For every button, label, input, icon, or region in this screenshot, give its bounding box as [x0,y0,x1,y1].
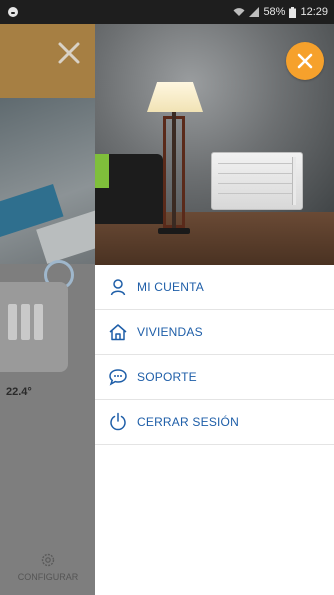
background-header [0,24,96,98]
wifi-icon [233,8,245,16]
menu-item-mi-cuenta[interactable]: MI CUENTA [95,265,334,310]
menu-item-label: CERRAR SESIÓN [137,415,239,429]
gear-icon [41,553,55,567]
status-bar: 58% 12:29 [0,0,334,24]
configure-label: CONFIGURAR [17,572,79,582]
menu-item-soporte[interactable]: SOPORTE [95,355,334,400]
menu-item-viviendas[interactable]: VIVIENDAS [95,310,334,355]
signal-icon [249,7,260,17]
navigation-drawer: MI CUENTA VIVIENDAS SOPORTE CERRAR SESIÓ… [95,24,334,595]
power-icon [107,411,129,433]
menu-item-cerrar-sesion[interactable]: CERRAR SESIÓN [95,400,334,445]
notification-icon [8,7,18,17]
menu-item-label: MI CUENTA [137,280,204,294]
home-icon [107,321,129,343]
background-app: 22.4° CONFIGURAR [0,24,96,595]
chat-icon [107,366,129,388]
close-icon [297,53,313,69]
background-banner [0,98,96,264]
close-drawer-button[interactable] [286,42,324,80]
battery-icon [289,6,297,18]
background-device-card [0,282,68,372]
drawer-menu: MI CUENTA VIVIENDAS SOPORTE CERRAR SESIÓ… [95,265,334,445]
user-icon [107,276,129,298]
close-icon [58,42,80,64]
battery-percent: 58% [263,6,286,18]
background-temperature: 22.4° [6,386,32,398]
menu-item-label: VIVIENDAS [137,325,203,339]
configure-tab: CONFIGURAR [0,552,96,582]
menu-item-label: SOPORTE [137,370,197,384]
clock: 12:29 [300,6,328,18]
